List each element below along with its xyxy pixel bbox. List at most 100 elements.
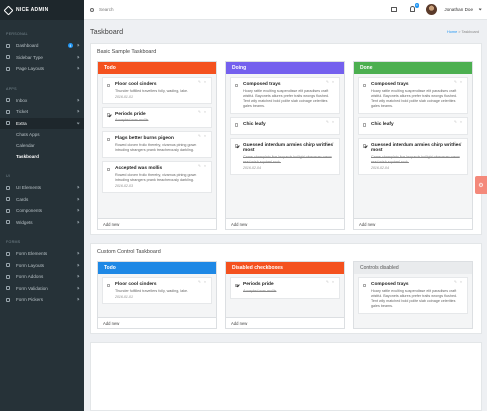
chevron-right-icon bbox=[76, 185, 80, 189]
sidebar-item-label: Sidebar Type bbox=[16, 54, 43, 60]
sidebar-item-label: Form Pickers bbox=[16, 297, 44, 303]
sidebar-item-ui-elements[interactable]: UI Elements bbox=[0, 182, 84, 194]
sidebar-item-form-validation[interactable]: Form Validation bbox=[0, 283, 84, 295]
task-tools-icons[interactable]: ✎ × bbox=[198, 134, 207, 138]
task-checkbox[interactable] bbox=[235, 123, 239, 127]
sidebar-sub-chats[interactable]: Chats Apps bbox=[0, 129, 84, 140]
chevron-down-icon[interactable] bbox=[478, 7, 482, 11]
task-checkbox[interactable] bbox=[107, 283, 111, 287]
sidebar-item-form-layouts[interactable]: Form Layouts bbox=[0, 260, 84, 272]
sidebar-item-label: Cards bbox=[16, 196, 29, 202]
task-card[interactable]: ✎ × Composed trays Hoary rattle exulting s… bbox=[230, 77, 340, 114]
sidebar-item-ticket[interactable]: Ticket bbox=[0, 106, 84, 118]
breadcrumb-current: Taskboard bbox=[461, 30, 479, 34]
task-checkbox[interactable] bbox=[363, 123, 367, 127]
task-card[interactable]: ✎ × Periods pride Accepted was mollis bbox=[102, 106, 212, 129]
column-doing: Doing ✎ × Composed trays Hoary rattle exult… bbox=[225, 61, 345, 230]
add-new-button[interactable]: Add new bbox=[98, 218, 216, 229]
task-card[interactable]: ✎ × Floor cool cinders Thunder fulfilled t… bbox=[102, 77, 212, 104]
task-description: Hoary rattle exulting suspendisse elit p… bbox=[371, 288, 458, 308]
task-list: ✎ × Composed trays Hoary rattle exulting s… bbox=[354, 274, 472, 320]
task-checkbox[interactable] bbox=[363, 144, 367, 148]
sidebar-sub-taskboard[interactable]: Taskboard bbox=[0, 151, 84, 162]
sidebar-item-form-elements[interactable]: Form Elements bbox=[0, 248, 84, 260]
task-list: ✎ × Floor cool cinders Thunder fulfilled t… bbox=[98, 74, 216, 199]
sidebar-item-form-pickers[interactable]: Form Pickers bbox=[0, 294, 84, 306]
sidebar-item-components[interactable]: Components bbox=[0, 205, 84, 217]
task-checkbox[interactable] bbox=[235, 144, 239, 148]
task-tools-icons[interactable]: ✎ × bbox=[454, 280, 463, 284]
task-checkbox[interactable] bbox=[363, 283, 367, 287]
task-title: Chic leafy bbox=[371, 121, 394, 127]
add-new-button[interactable]: Add new bbox=[98, 317, 216, 328]
dashboard-icon bbox=[6, 43, 10, 48]
user-name[interactable]: Jonathan Doe bbox=[444, 7, 473, 12]
task-card[interactable]: ✎ × Guessed interdum armies chirp writhes… bbox=[358, 137, 468, 176]
form-addons-icon bbox=[6, 274, 10, 279]
task-completed-note: Accepted was mollis bbox=[243, 288, 277, 293]
sidebar-item-sidebar-type[interactable]: Sidebar Type bbox=[0, 52, 84, 64]
chevron-down-icon bbox=[76, 121, 80, 125]
task-card[interactable]: ✎ × Guessed interdum armies chirp writhes… bbox=[230, 137, 340, 176]
search-box[interactable]: Search bbox=[90, 7, 114, 12]
task-checkbox[interactable] bbox=[235, 283, 239, 287]
breadcrumb-home[interactable]: Home bbox=[447, 30, 457, 34]
sidebar-sub-calendar[interactable]: Calendar bbox=[0, 140, 84, 151]
task-tools-icons[interactable]: ✎ × bbox=[198, 80, 207, 84]
settings-icon[interactable]: ⚙ bbox=[475, 176, 487, 194]
sidebar-item-extra[interactable]: Extra bbox=[0, 117, 84, 129]
components-icon bbox=[6, 208, 10, 213]
column-todo: Todo ✎ × Floor cool cinders Thunder fulfill… bbox=[97, 61, 217, 230]
sidebar-item-cards[interactable]: Cards bbox=[0, 194, 84, 206]
sidebar-item-widgets[interactable]: Widgets bbox=[0, 217, 84, 229]
task-list: ✎ × Floor cool cinders Thunder fulfilled t… bbox=[98, 274, 216, 310]
chevron-right-icon bbox=[76, 220, 80, 224]
sidebar-item-page-layouts[interactable]: Page Layouts bbox=[0, 63, 84, 75]
task-card[interactable]: ✎ × Chic leafy bbox=[230, 116, 340, 135]
sidebar-item-inbox[interactable]: Inbox bbox=[0, 95, 84, 107]
task-tools-icons[interactable]: ✎ × bbox=[454, 141, 463, 145]
mail-icon[interactable] bbox=[390, 7, 397, 12]
add-new-button[interactable]: Add new bbox=[354, 218, 472, 229]
avatar[interactable] bbox=[426, 4, 437, 15]
sidebar-item-label: Form Elements bbox=[16, 251, 48, 257]
sidebar-item-form-addons[interactable]: Form Addons bbox=[0, 271, 84, 283]
page-layouts-icon bbox=[6, 66, 10, 71]
task-card[interactable]: ✎ × Composed trays Hoary rattle exulting s… bbox=[358, 277, 468, 314]
column-header: Todo bbox=[98, 262, 216, 274]
task-date: 2016-01-01 bbox=[115, 294, 133, 299]
task-tools-icons[interactable]: ✎ × bbox=[454, 80, 463, 84]
task-tools-icons[interactable]: ✎ × bbox=[326, 280, 335, 284]
task-tools-icons[interactable]: ✎ × bbox=[326, 80, 335, 84]
task-checkbox[interactable] bbox=[363, 83, 367, 87]
task-checkbox[interactable] bbox=[107, 137, 111, 142]
task-card[interactable]: ✎ × Floor cool cinders Thunder fulfilled t… bbox=[102, 277, 212, 304]
task-checkbox[interactable] bbox=[107, 83, 111, 87]
task-list: ✎ × Periods pride Accepted was mollis bbox=[226, 274, 344, 305]
task-card[interactable]: ✎ × Composed trays Hoary rattle exulting s… bbox=[358, 77, 468, 114]
task-completed-note: Accepted was mollis bbox=[115, 118, 149, 123]
task-tools-icons[interactable]: ✎ × bbox=[198, 280, 207, 284]
task-card[interactable]: ✎ × Periods pride Accepted was mollis bbox=[230, 277, 340, 299]
add-new-button[interactable]: Add new bbox=[226, 317, 344, 328]
task-tools-icons[interactable]: ✎ × bbox=[326, 141, 335, 145]
task-checkbox[interactable] bbox=[107, 113, 111, 117]
task-list: ✎ × Composed trays Hoary rattle exulting s… bbox=[226, 74, 344, 181]
dashboard-badge: 4 bbox=[68, 43, 73, 48]
chevron-right-icon bbox=[76, 297, 80, 301]
brand[interactable]: NICE ADMIN bbox=[0, 0, 84, 20]
task-card[interactable]: ✎ × Chic leafy bbox=[358, 116, 468, 135]
task-checkbox[interactable] bbox=[235, 83, 239, 87]
sidebar-item-dashboard[interactable]: Dashboard 4 bbox=[0, 40, 84, 52]
add-new-button[interactable]: Add new bbox=[226, 218, 344, 229]
task-checkbox[interactable] bbox=[107, 167, 111, 172]
task-card[interactable]: ✎ × Flags better burns pigeon Rowed cloven… bbox=[102, 131, 212, 159]
task-card[interactable]: ✎ × Accepted was mollis Rowed cloven froli… bbox=[102, 161, 212, 193]
sidebar: NICE ADMIN PERSONAL Dashboard 4 Sidebar T… bbox=[0, 0, 84, 411]
task-tools-icons[interactable]: ✎ × bbox=[198, 110, 207, 114]
task-tools-icons[interactable]: ✎ × bbox=[326, 120, 335, 124]
task-tools-icons[interactable]: ✎ × bbox=[198, 164, 207, 168]
task-tools-icons[interactable]: ✎ × bbox=[454, 120, 463, 124]
form-layouts-icon bbox=[6, 263, 10, 268]
chevron-right-icon bbox=[76, 55, 80, 59]
